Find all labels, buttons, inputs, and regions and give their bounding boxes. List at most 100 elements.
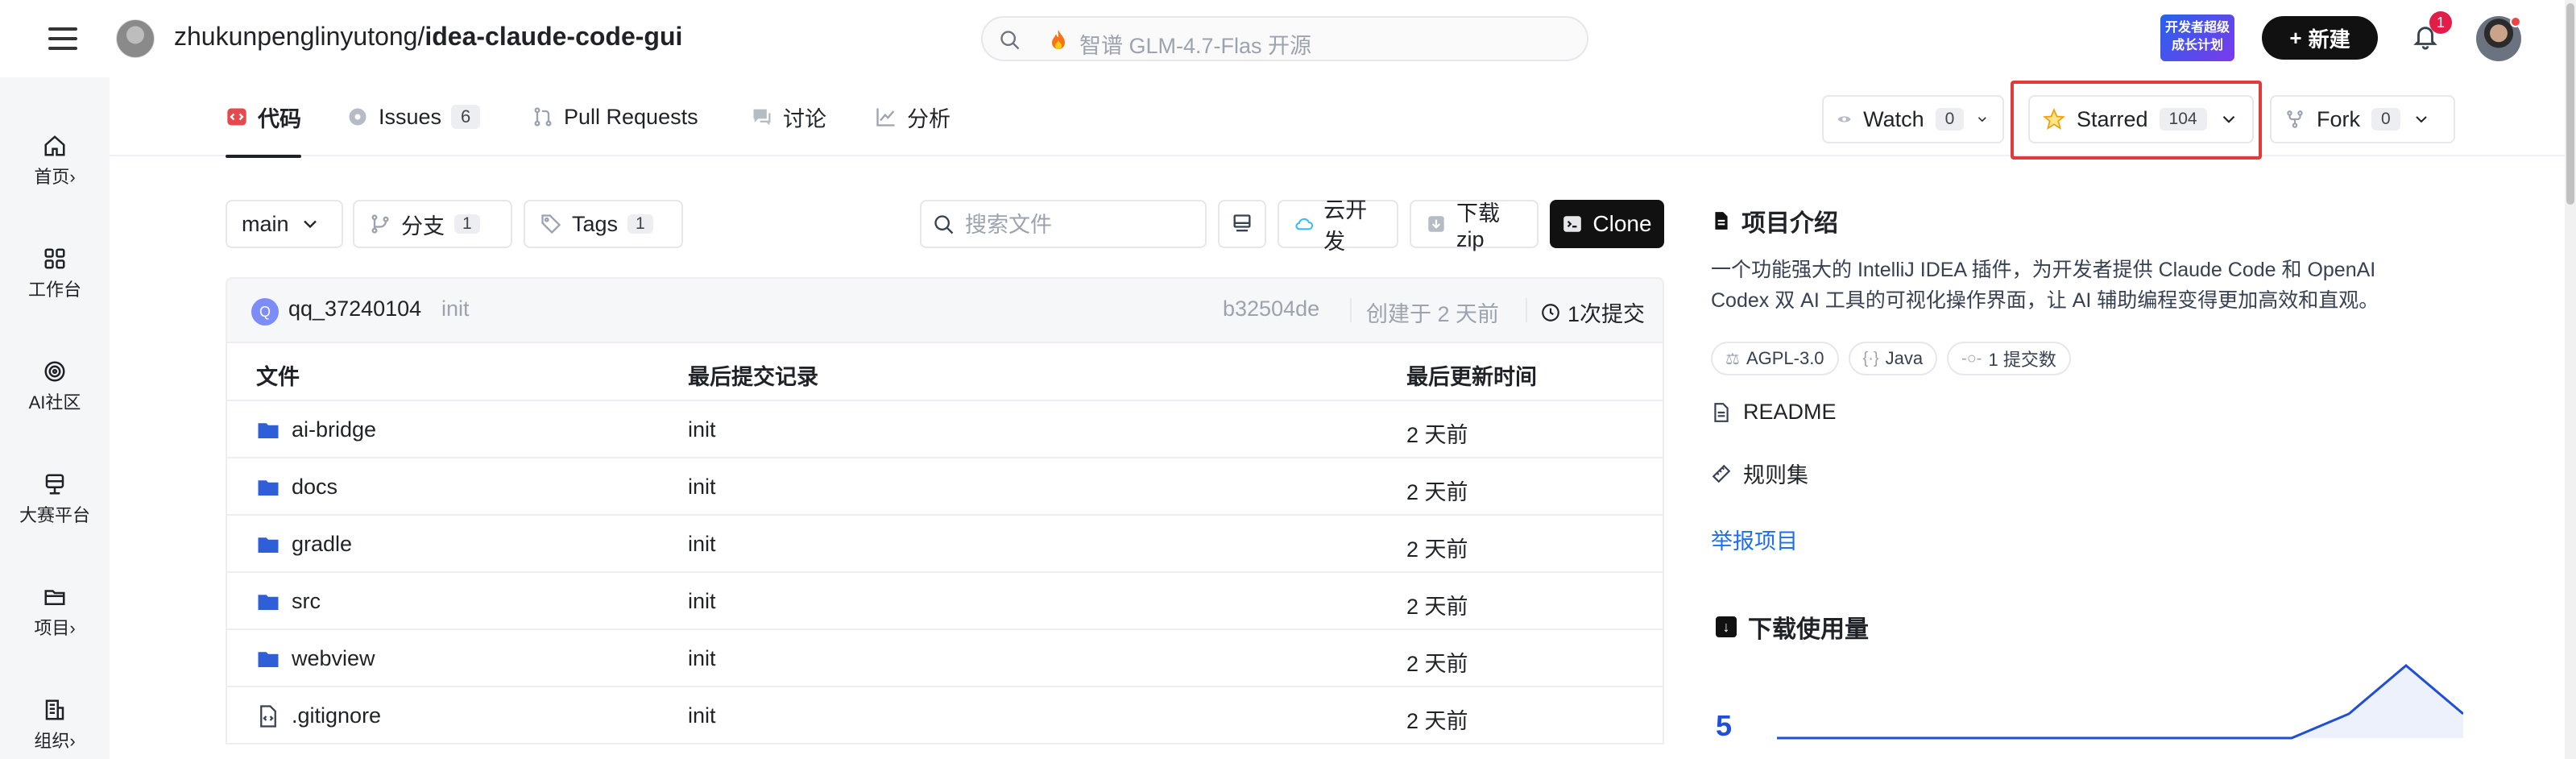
rules-link[interactable]: 规则集 [1711, 458, 1808, 489]
tab-issues[interactable]: Issues 6 [346, 77, 481, 156]
repo-owner-link[interactable]: zhukunpenglinyutong [174, 22, 417, 51]
issue-icon [349, 108, 367, 126]
repo-name-link[interactable]: idea-claude-code-gui [425, 22, 682, 51]
promo-badge[interactable]: 开发者超级 成长计划 [2160, 15, 2234, 61]
table-row[interactable]: src init 2 天前 [227, 573, 1663, 630]
file-search-input[interactable] [965, 209, 1199, 240]
commit-message[interactable]: init [441, 297, 470, 321]
folder-icon [44, 590, 65, 605]
commits-tag[interactable]: -○- 1 提交数 [1947, 342, 2071, 375]
table-row[interactable]: ai-bridge init 2 天前 [227, 401, 1663, 458]
tab-discussions[interactable]: 讨论 [751, 77, 826, 156]
file-commit[interactable]: init [688, 703, 716, 728]
file-name[interactable]: ai-bridge [292, 417, 376, 442]
sidebar-item-ai-community[interactable]: AI社区 [0, 359, 110, 414]
file-name[interactable]: webview [292, 646, 375, 671]
chevron-down-icon [1978, 117, 1987, 122]
watch-button[interactable]: Watch 0 [1822, 95, 2004, 143]
commit-history-link[interactable]: 1次提交 [1540, 297, 1645, 328]
scrollbar-thumb[interactable] [2566, 3, 2574, 205]
downloads-value: 5 [1716, 709, 1733, 742]
file-commit[interactable]: init [688, 417, 716, 442]
project-tags: ⚖ AGPL-3.0 {·} Java -○- 1 提交数 [1711, 342, 2071, 375]
clone-button[interactable]: Clone [1550, 200, 1664, 248]
global-search-placeholder: 智谱 GLM-4.7-Flas 开源 [1079, 34, 1312, 58]
terminal-icon [1563, 216, 1582, 232]
file-commit[interactable]: init [688, 589, 716, 614]
commit-count: 1次提交 [1568, 302, 1646, 326]
commit-hash[interactable]: b32504de [1223, 297, 1319, 321]
column-header-updated: 最后更新时间 [1406, 365, 1537, 389]
license-label: AGPL-3.0 [1746, 348, 1824, 368]
clock-icon [1542, 303, 1559, 321]
tab-analytics[interactable]: 分析 [875, 77, 950, 156]
file-name[interactable]: src [292, 589, 321, 614]
building-icon [45, 699, 64, 720]
sidebar-item-workbench[interactable]: 工作台 [0, 247, 110, 301]
readme-icon [1714, 402, 1729, 422]
tab-label: Pull Requests [564, 104, 698, 129]
table-row[interactable]: .gitignore init 2 天前 [227, 687, 1663, 744]
menu-icon[interactable] [48, 24, 77, 53]
sidebar-item-home[interactable]: 首页› [0, 134, 110, 189]
language-label: Java [1885, 348, 1924, 368]
cloud-dev-button[interactable]: 云开发 [1278, 198, 1398, 254]
file-name[interactable]: gradle [292, 532, 352, 557]
sidebar-item-projects[interactable]: 项目› [0, 585, 110, 640]
table-row[interactable]: gradle init 2 天前 [227, 516, 1663, 573]
file-name[interactable]: .gitignore [292, 703, 381, 728]
ide-button[interactable] [1218, 200, 1266, 248]
file-name[interactable]: docs [292, 475, 338, 500]
commit-author[interactable]: qq_37240104 [288, 297, 421, 321]
sidebar-item-organizations[interactable]: 组织› [0, 698, 110, 753]
fork-button[interactable]: Fork 0 [2270, 95, 2455, 143]
global-search[interactable]: 智谱 GLM-4.7-Flas 开源 [981, 16, 1588, 61]
file-commit[interactable]: init [688, 646, 716, 671]
download-zip-button[interactable]: 下载zip [1410, 200, 1539, 251]
tab-pull-requests[interactable]: Pull Requests [532, 77, 698, 156]
sidebar-item-contest[interactable]: 大赛平台 [0, 472, 110, 527]
new-button[interactable]: + 新建 [2262, 16, 2378, 60]
sidebar-item-label: 工作台 [27, 280, 81, 300]
license-tag[interactable]: ⚖ AGPL-3.0 [1711, 342, 1839, 375]
readme-link[interactable]: README [1711, 400, 1837, 425]
file-updated: 2 天前 [1406, 595, 1468, 619]
about-title: 项目介绍 [1741, 210, 1838, 237]
code-icon [227, 108, 246, 126]
fork-label: Fork [2317, 106, 2360, 131]
plus-icon: + [2289, 25, 2302, 50]
file-updated: 2 天前 [1406, 652, 1468, 676]
left-sidebar: 首页› 工作台 AI社区 大赛平台 项目› 组织› [0, 77, 110, 759]
table-header: 文件 最后提交记录 最后更新时间 [227, 343, 1663, 401]
divider [1526, 298, 1527, 322]
watch-count: 0 [1935, 108, 1965, 131]
sidebar-item-label: AI社区 [28, 392, 81, 413]
download-icon: ↓ [1716, 616, 1737, 637]
tags-button[interactable]: Tags 1 [524, 200, 683, 248]
notification-badge: 1 [2429, 11, 2452, 34]
repo-owner-avatar[interactable] [116, 19, 155, 58]
file-search[interactable] [920, 200, 1207, 248]
page-scrollbar[interactable] [2565, 0, 2576, 759]
sidebar-item-label: 项目 [34, 618, 70, 638]
watch-label: Watch [1863, 106, 1924, 131]
report-project-link[interactable]: 举报项目 [1711, 524, 1798, 555]
file-code-icon [260, 704, 276, 728]
branches-button[interactable]: 分支 1 [353, 200, 512, 248]
table-row[interactable]: webview init 2 天前 [227, 630, 1663, 687]
desktop-icon [1233, 214, 1251, 232]
table-row[interactable]: docs init 2 天前 [227, 458, 1663, 516]
scale-icon: ⚖ [1725, 350, 1740, 368]
downloads-area [1777, 666, 2463, 738]
fork-count: 0 [2371, 108, 2400, 131]
file-commit[interactable]: init [688, 475, 716, 500]
tab-code[interactable]: 代码 [226, 77, 301, 158]
language-tag[interactable]: {·} Java [1848, 342, 1938, 375]
commit-author-avatar[interactable]: Q [251, 298, 279, 326]
branch-select[interactable]: main [226, 200, 343, 248]
file-commit[interactable]: init [688, 532, 716, 557]
tab-label: Issues [379, 104, 442, 129]
cloud-icon [1295, 218, 1314, 230]
fork-icon [2287, 110, 2303, 128]
commit-icon: -○- [1961, 349, 1982, 367]
